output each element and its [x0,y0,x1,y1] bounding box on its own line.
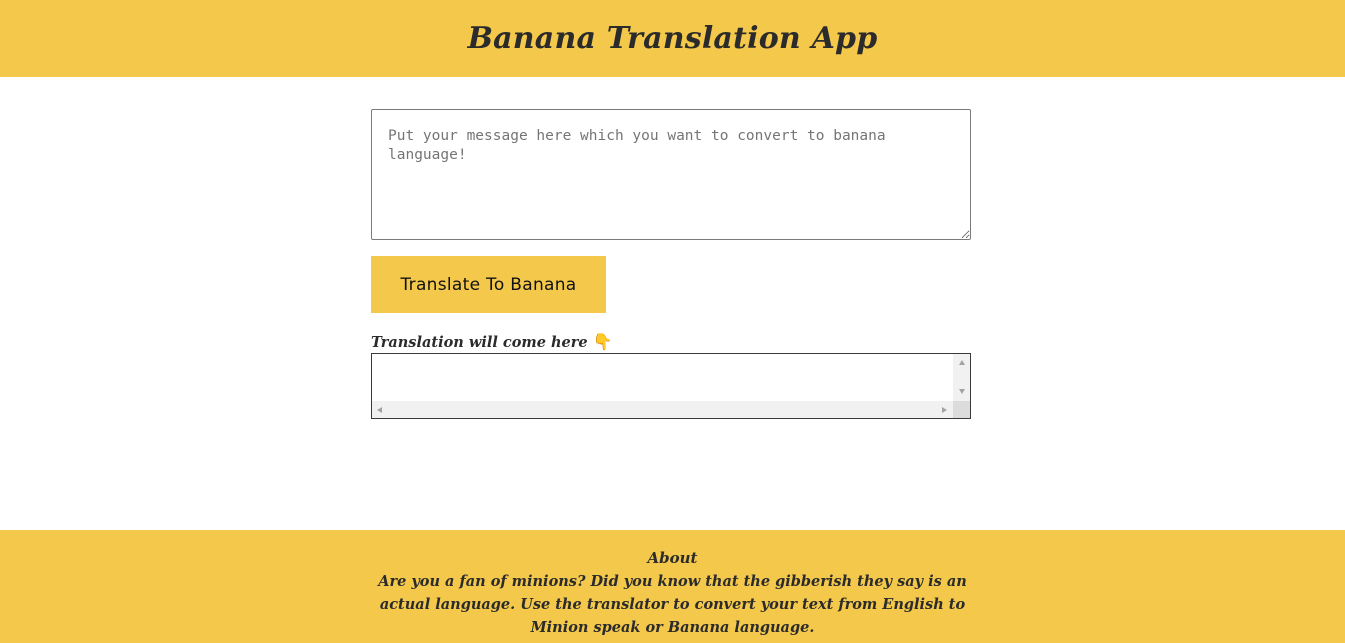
scrollbar-corner [953,401,970,418]
scroll-up-icon[interactable] [959,360,965,365]
output-label-row: Translation will come here 👇 [371,331,971,353]
vertical-scrollbar[interactable] [953,354,970,401]
output-box[interactable] [371,353,971,419]
footer-heading: About [647,549,698,567]
horizontal-scrollbar[interactable] [372,401,953,418]
app-header: Banana Translation App [0,0,1345,77]
scroll-down-icon[interactable] [959,389,965,394]
footer: About Are you a fan of minions? Did you … [0,530,1345,643]
message-input[interactable] [371,109,971,240]
page-title: Banana Translation App [467,21,878,56]
footer-text: Are you a fan of minions? Did you know t… [378,573,967,636]
translate-button[interactable]: Translate To Banana [371,256,606,313]
pointing-down-icon: 👇 [592,332,613,351]
scroll-left-icon[interactable] [377,407,382,413]
main-content: Translate To Banana Translation will com… [371,109,971,419]
output-label: Translation will come here [371,333,588,351]
scroll-right-icon[interactable] [942,407,947,413]
